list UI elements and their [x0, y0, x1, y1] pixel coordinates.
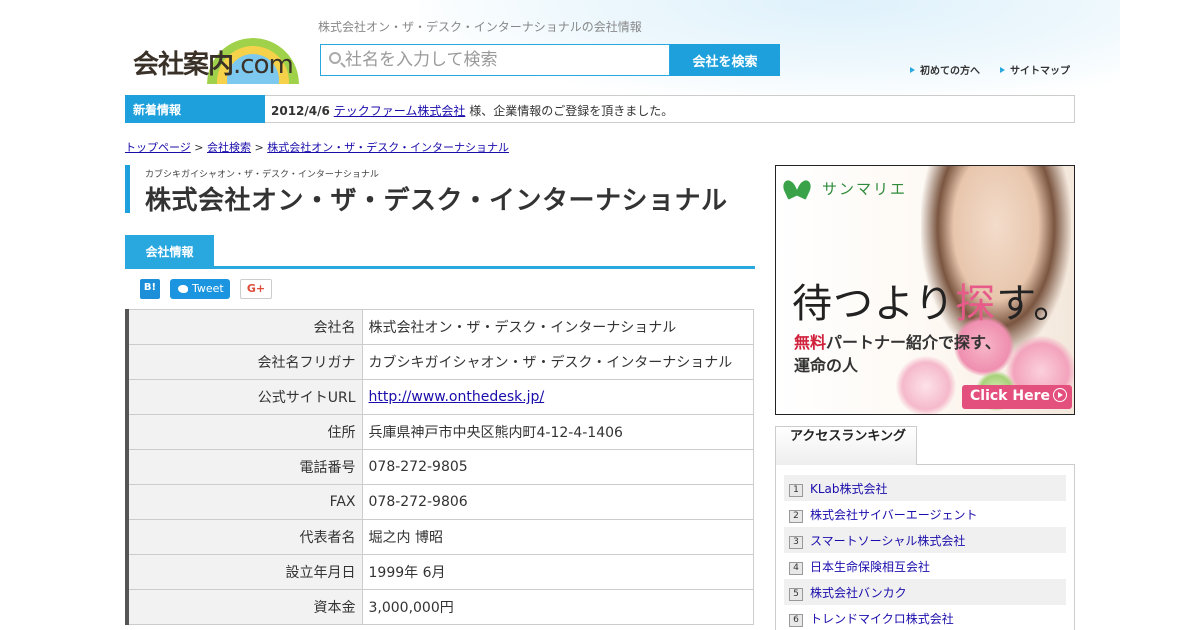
table-row: 公式サイトURL http://www.onthedesk.jp/: [125, 379, 754, 415]
ad-flower-image: [896, 356, 956, 414]
link-sitemap[interactable]: サイトマップ: [1000, 62, 1070, 77]
search-box[interactable]: [320, 44, 670, 76]
breadcrumb-separator: >: [254, 141, 264, 154]
ad-headline: 待つより探す。: [792, 281, 1075, 327]
list-item: 4 日本生命保険相互会社: [784, 553, 1066, 579]
site-logo[interactable]: 会社案内.com: [133, 36, 308, 84]
row-value: 078-272-9806: [361, 484, 754, 520]
page-title: 株式会社オン・ザ・デスク・インターナショナル: [145, 186, 728, 216]
rank-number: 6: [789, 614, 803, 627]
ranking-link[interactable]: KLab株式会社: [810, 482, 888, 496]
ad-brand: サンマリエ: [822, 180, 908, 198]
news-label: 新着情報: [125, 95, 265, 123]
list-item: 6 トレンドマイクロ株式会社: [784, 605, 1066, 630]
list-item: 2 株式会社サイバーエージェント: [784, 501, 1066, 527]
table-row: 会社名フリガナ カブシキガイシャオン・ザ・デスク・インターナショナル: [125, 344, 754, 380]
row-value: 堀之内 博昭: [361, 519, 754, 555]
ranking-link[interactable]: 日本生命保険相互会社: [810, 560, 930, 574]
ranking-link[interactable]: 株式会社サイバーエージェント: [810, 508, 978, 522]
ranking-list: 1 KLab株式会社 2 株式会社サイバーエージェント 3 スマートソーシャル株式会社…: [784, 475, 1066, 630]
ranking-link[interactable]: 株式会社バンカク: [810, 586, 907, 600]
table-row: FAX 078-272-9806: [125, 484, 754, 520]
google-plus-button[interactable]: G+: [240, 279, 272, 299]
news-text: 2012/4/6 テックファーム株式会社 様、企業情報のご登録を頂きました。: [271, 102, 673, 119]
breadcrumb-current[interactable]: 株式会社オン・ザ・デスク・インターナショナル: [267, 141, 509, 154]
ad-subline-1: 無料パートナー紹介で探す、: [794, 333, 1001, 352]
table-row: 代表者名 堀之内 博昭: [125, 519, 754, 555]
row-value: 078-272-9805: [361, 449, 754, 485]
triangle-bullet-icon: [1000, 67, 1005, 73]
row-value: 1999年 6月: [361, 554, 754, 590]
list-item: 3 スマートソーシャル株式会社: [784, 527, 1066, 553]
arrow-circle-icon: [1052, 388, 1067, 402]
ad-click-here-button[interactable]: Click Here: [962, 385, 1072, 409]
triangle-bullet-icon: [910, 67, 915, 73]
row-value: 3,000,000円: [361, 589, 754, 625]
row-label: 会社名フリガナ: [125, 344, 363, 380]
row-label: FAX: [125, 484, 363, 520]
row-label: 代表者名: [125, 519, 363, 555]
breadcrumb-separator: >: [194, 141, 204, 154]
hatena-bookmark-button[interactable]: B!: [140, 279, 160, 299]
search-button[interactable]: 会社を検索: [670, 44, 780, 76]
news-date: 2012/4/6: [271, 104, 330, 118]
company-furigana: カブシキガイシャオン・ザ・デスク・インターナショナル: [145, 170, 379, 180]
row-label: 公式サイトURL: [125, 379, 363, 415]
tab-company-info[interactable]: 会社情報: [125, 235, 214, 266]
rank-number: 2: [789, 510, 803, 523]
ranking-link[interactable]: スマートソーシャル株式会社: [810, 534, 965, 548]
row-label: 会社名: [125, 309, 363, 345]
rank-number: 3: [789, 536, 803, 549]
news-company-link[interactable]: テックファーム株式会社: [334, 104, 466, 118]
row-label: 住所: [125, 414, 363, 450]
ranking-link[interactable]: トレンドマイクロ株式会社: [810, 612, 954, 626]
search-icon: [329, 52, 341, 64]
row-label: 電話番号: [125, 449, 363, 485]
ad-brand-leaf-icon: [780, 178, 818, 200]
twitter-bird-icon: [178, 285, 188, 293]
title-accent-bar: [125, 165, 130, 213]
row-value: 兵庫県神戸市中央区熊内町4-12-4-1406: [361, 414, 754, 450]
breadcrumb: トップページ > 会社検索 > 株式会社オン・ザ・デスク・インターナショナル: [125, 139, 509, 155]
news-message: 様、企業情報のご登録を頂きました。: [469, 104, 674, 118]
row-value: 株式会社オン・ザ・デスク・インターナショナル: [361, 309, 754, 345]
row-label: 資本金: [125, 589, 363, 625]
table-row: 会社名 株式会社オン・ザ・デスク・インターナショナル: [125, 309, 754, 345]
tab-underline: [125, 266, 755, 269]
tweet-label: Tweet: [192, 282, 224, 295]
ad-subline-2: 運命の人: [794, 356, 859, 375]
official-site-link[interactable]: http://www.onthedesk.jp/: [369, 389, 545, 405]
rank-number: 5: [789, 588, 803, 601]
logo-suffix: .com: [233, 50, 294, 80]
logo-text: 会社案内.com: [133, 50, 294, 80]
row-value: カブシキガイシャオン・ザ・デスク・インターナショナル: [361, 344, 754, 380]
row-label: 設立年月日: [125, 554, 363, 590]
list-item: 1 KLab株式会社: [784, 475, 1066, 501]
table-row: 電話番号 078-272-9805: [125, 449, 754, 485]
company-info-table: 会社名 株式会社オン・ザ・デスク・インターナショナル 会社名フリガナ カブシキガイシ…: [125, 309, 754, 625]
table-row: 設立年月日 1999年 6月: [125, 554, 754, 590]
breadcrumb-search[interactable]: 会社検索: [207, 141, 251, 154]
news-bar: 新着情報 2012/4/6 テックファーム株式会社 様、企業情報のご登録を頂きま…: [125, 95, 1075, 123]
breadcrumb-top[interactable]: トップページ: [125, 141, 191, 154]
site-tagline: 株式会社オン・ザ・デスク・インターナショナルの会社情報: [318, 20, 642, 34]
table-row: 資本金 3,000,000円: [125, 589, 754, 625]
tweet-button[interactable]: Tweet: [170, 279, 230, 299]
search-input[interactable]: [345, 48, 665, 72]
row-value: http://www.onthedesk.jp/: [361, 379, 754, 415]
ranking-title: アクセスランキング: [775, 426, 917, 465]
rank-number: 1: [789, 484, 803, 497]
table-row: 住所 兵庫県神戸市中央区熊内町4-12-4-1406: [125, 414, 754, 450]
list-item: 5 株式会社バンカク: [784, 579, 1066, 605]
link-beginners[interactable]: 初めての方へ: [910, 62, 980, 77]
ad-banner[interactable]: サンマリエ 待つより探す。 無料パートナー紹介で探す、 運命の人 Click H…: [775, 165, 1075, 415]
rank-number: 4: [789, 562, 803, 575]
